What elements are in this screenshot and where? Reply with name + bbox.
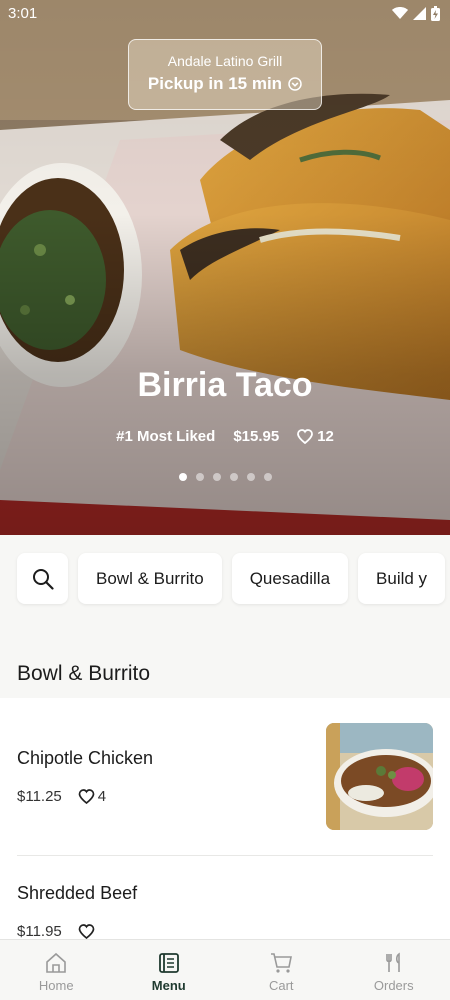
featured-rank: #1 Most Liked	[116, 428, 216, 445]
wifi-icon	[392, 7, 408, 19]
home-icon	[46, 952, 67, 973]
carousel-dot[interactable]	[178, 473, 187, 481]
menu-icon	[158, 953, 179, 973]
item-price: $11.95	[17, 923, 62, 940]
carousel-dot[interactable]	[212, 473, 221, 481]
featured-item-meta: #1 Most Liked $15.95 12	[0, 428, 450, 445]
search-button[interactable]	[17, 553, 68, 604]
carousel-dot[interactable]	[246, 473, 255, 481]
pickup-time: Pickup in 15 min	[129, 74, 321, 94]
category-chip-bowl-burrito[interactable]: Bowl & Burrito	[78, 553, 222, 604]
featured-item-title: Birria Taco	[137, 366, 313, 404]
status-bar: 3:01	[0, 0, 450, 28]
featured-likes-count: 12	[317, 428, 334, 445]
nav-home-label: Home	[38, 978, 74, 993]
restaurant-name: Andale Latino Grill	[167, 53, 283, 69]
menu-item-list: Chipotle Chicken $11.25 4 Shredded Beef …	[0, 698, 450, 943]
item-photo	[326, 723, 433, 830]
status-time: 3:01	[8, 5, 38, 22]
battery-icon	[431, 6, 440, 21]
item-meta: $11.25 4	[17, 788, 106, 805]
restaurant-selector[interactable]: Andale Latino Grill Pickup in 15 min	[128, 39, 322, 110]
bottom-nav: Home Menu Cart Orders	[0, 939, 450, 1000]
item-name: Chipotle Chicken	[17, 748, 154, 768]
search-icon	[32, 568, 54, 590]
carousel-dot[interactable]	[195, 473, 204, 481]
nav-menu-label: Menu	[151, 978, 186, 993]
nav-orders[interactable]: Orders	[338, 940, 450, 1000]
chevron-down-icon	[288, 77, 302, 91]
item-likes-count: 4	[97, 788, 107, 805]
category-chip-build-your-own[interactable]: Build y	[358, 553, 446, 604]
item-likes[interactable]: 4	[78, 788, 106, 805]
nav-home[interactable]: Home	[0, 940, 113, 1000]
item-price: $11.25	[17, 788, 62, 805]
list-item[interactable]: Shredded Beef $11.95	[17, 856, 433, 943]
category-filter-row: Bowl & Burrito Quesadilla Build y	[17, 553, 446, 604]
nav-orders-label: Orders	[373, 978, 414, 993]
status-icons	[392, 6, 440, 21]
featured-price: $15.95	[233, 428, 280, 445]
category-chip-quesadilla[interactable]: Quesadilla	[231, 553, 349, 604]
pickup-label: Pickup in 15 min	[147, 74, 283, 93]
item-meta: $11.95	[17, 923, 98, 940]
nav-cart[interactable]: Cart	[225, 940, 338, 1000]
signal-icon	[413, 7, 426, 20]
nav-menu[interactable]: Menu	[113, 940, 226, 1000]
item-name: Shredded Beef	[17, 883, 138, 903]
cart-icon	[271, 953, 293, 973]
heart-icon	[78, 924, 95, 939]
section-title: Bowl & Burrito	[17, 662, 151, 685]
fork-knife-icon	[385, 952, 400, 972]
carousel-dot[interactable]	[229, 473, 238, 481]
heart-icon	[78, 789, 95, 804]
item-likes[interactable]	[78, 924, 98, 939]
hero-banner[interactable]: 3:01 Andale Latino Grill Pickup in 15 mi…	[0, 0, 450, 535]
carousel-dot[interactable]	[263, 473, 272, 481]
nav-cart-label: Cart	[268, 978, 294, 993]
featured-likes[interactable]: 12	[297, 428, 334, 445]
carousel-indicator	[0, 473, 450, 481]
list-item[interactable]: Chipotle Chicken $11.25 4	[17, 698, 433, 856]
heart-icon	[297, 429, 314, 444]
